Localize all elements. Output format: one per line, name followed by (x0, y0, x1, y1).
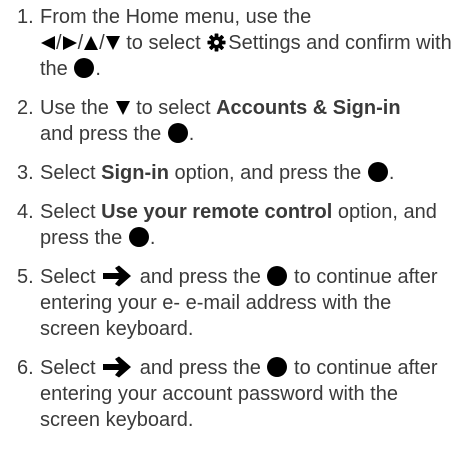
step-text: From the Home menu, use the / / / to selec… (40, 6, 452, 80)
step-text: Use the to select Accounts & Sign-in and… (40, 97, 401, 145)
up-triangle-icon (84, 36, 99, 50)
left-triangle-icon (41, 36, 55, 50)
ok-button-dot-icon (167, 123, 188, 143)
ok-button-dot-icon (74, 58, 95, 78)
ok-button-dot-icon (128, 227, 149, 247)
down-triangle-icon (115, 101, 130, 115)
right-arrow-icon (103, 265, 132, 287)
right-arrow-icon (103, 356, 132, 378)
step-number: 1. (17, 6, 34, 28)
step-text: Select and press the to continue after e… (40, 265, 438, 340)
step-number: 2. (17, 97, 34, 119)
ok-button-dot-icon (267, 266, 288, 286)
down-triangle-icon (105, 36, 120, 50)
menu-item-name: Accounts & Sign-in (216, 97, 401, 119)
ok-button-dot-icon (267, 357, 288, 377)
step-3: 3. Select Sign-in option, and press the … (0, 160, 461, 186)
step-text: Select and press the to continue after e… (40, 356, 438, 431)
step-2: 2. Use the to select Accounts & Sign-in … (0, 95, 461, 147)
step-number: 3. (17, 162, 34, 184)
step-1: 1. From the Home menu, use the / / / to se… (0, 4, 461, 82)
instruction-steps: 1. From the Home menu, use the / / / to se… (0, 4, 461, 446)
right-triangle-icon (62, 36, 77, 50)
gear-icon (207, 33, 226, 52)
step-text: Select Use your remote control option, a… (40, 201, 437, 249)
step-5: 5. Select and press the to continue afte… (0, 264, 461, 342)
step-number: 6. (17, 357, 34, 379)
ok-button-dot-icon (367, 162, 388, 182)
menu-item-name: Sign-in (101, 162, 169, 184)
step-4: 4. Select Use your remote control option… (0, 199, 461, 251)
step-text: Select Sign-in option, and press the . (40, 162, 395, 184)
step-6: 6. Select and press the to continue afte… (0, 355, 461, 433)
menu-item-name: Use your remote control (101, 201, 333, 223)
step-number: 5. (17, 266, 34, 288)
step-number: 4. (17, 201, 34, 223)
